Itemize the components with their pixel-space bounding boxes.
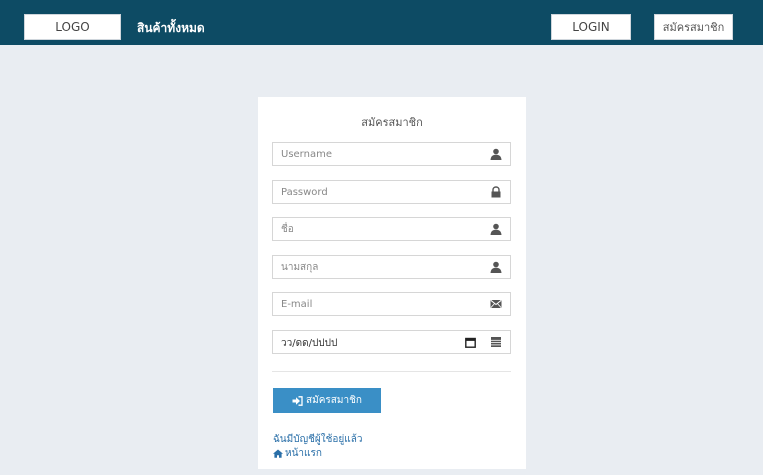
sign-in-icon: [292, 395, 303, 406]
register-submit-button[interactable]: สมัครสมาชิก: [273, 388, 381, 413]
nav-all-products[interactable]: สินค้าทั้งหมด: [137, 19, 205, 38]
lastname-input[interactable]: [281, 259, 481, 275]
user-icon: [490, 223, 502, 235]
logo-button[interactable]: LOGO: [24, 14, 121, 40]
logo-label: LOGO: [55, 20, 90, 34]
user-icon: [490, 148, 502, 160]
birthdate-value[interactable]: วว/ดด/ปปปป: [281, 336, 337, 351]
form-divider: [272, 371, 511, 372]
form-title: สมัครสมาชิก: [361, 116, 423, 129]
email-input[interactable]: [281, 296, 481, 312]
birthdate-field[interactable]: วว/ดด/ปปปป: [272, 330, 511, 354]
top-navbar: LOGO สินค้าทั้งหมด LOGIN สมัครสมาชิก: [0, 0, 763, 45]
calendar-grid-icon: [491, 337, 501, 347]
submit-label: สมัครสมาชิก: [306, 395, 362, 406]
register-card: สมัครสมาชิก Username ชื่อ นามสกุล E-mail…: [258, 97, 526, 469]
login-label: LOGIN: [572, 20, 610, 34]
calendar-icon[interactable]: [465, 337, 476, 348]
envelope-icon: [490, 299, 502, 308]
firstname-input[interactable]: [281, 221, 481, 237]
lastname-field[interactable]: [272, 255, 511, 279]
home-icon: [273, 449, 283, 458]
have-account-link[interactable]: ฉันมีบัญชีผู้ใช้อยู่แล้ว: [273, 432, 362, 447]
lock-icon: [491, 186, 501, 198]
username-input[interactable]: [281, 146, 481, 162]
home-link-label: หน้าแรก: [285, 448, 322, 459]
username-field[interactable]: [272, 142, 511, 166]
password-field[interactable]: [272, 180, 511, 204]
register-nav-button[interactable]: สมัครสมาชิก: [654, 14, 733, 40]
home-link[interactable]: หน้าแรก: [273, 446, 322, 461]
user-icon: [490, 261, 502, 273]
email-field[interactable]: [272, 292, 511, 316]
password-input[interactable]: [281, 184, 481, 200]
firstname-field[interactable]: [272, 217, 511, 241]
register-nav-label: สมัครสมาชิก: [662, 21, 725, 34]
login-button[interactable]: LOGIN: [551, 14, 631, 40]
